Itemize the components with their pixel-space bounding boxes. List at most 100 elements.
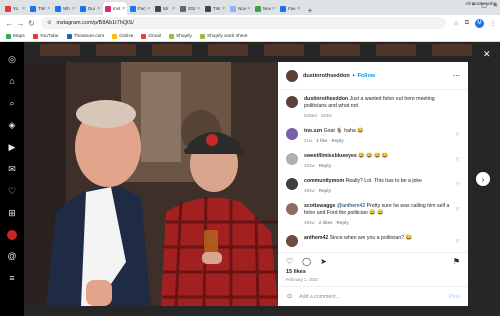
new-tab-button[interactable]: + bbox=[305, 6, 315, 15]
tab-label: Mi bbox=[163, 6, 168, 11]
emoji-icon[interactable]: ☺ bbox=[286, 293, 293, 300]
tab-label: 202 bbox=[188, 6, 196, 11]
tab-close-icon[interactable]: × bbox=[197, 6, 200, 12]
star-icon[interactable]: ☆ bbox=[453, 20, 458, 27]
browser-tab[interactable]: TW × bbox=[28, 2, 52, 15]
comment-icon[interactable]: ◯ bbox=[302, 257, 311, 266]
share-icon[interactable]: ➤ bbox=[320, 257, 327, 266]
tab-close-icon[interactable]: × bbox=[147, 6, 150, 12]
tab-close-icon[interactable]: × bbox=[122, 6, 125, 12]
browser-tab[interactable]: Nev × bbox=[253, 2, 277, 15]
commenter-avatar[interactable] bbox=[286, 153, 298, 165]
home-icon[interactable]: ⌂ bbox=[7, 76, 18, 87]
tab-close-icon[interactable]: × bbox=[297, 6, 300, 12]
comment-like-icon[interactable]: ♡ bbox=[456, 132, 460, 138]
follow-button[interactable]: Follow bbox=[358, 73, 375, 79]
notifications-icon[interactable]: ♡ bbox=[7, 186, 18, 197]
author-avatar[interactable] bbox=[286, 69, 298, 82]
comment: sweetlilmissblueeyes 😂 😂 😂 😂 284w Reply ♡ bbox=[286, 153, 460, 169]
tab-close-icon[interactable]: × bbox=[222, 6, 225, 12]
back-icon[interactable]: ← bbox=[4, 19, 15, 28]
tab-close-icon[interactable]: × bbox=[47, 6, 50, 12]
comment-input[interactable]: Add a comment... bbox=[299, 294, 340, 300]
threads-icon[interactable]: @ bbox=[7, 251, 18, 262]
bookmark-item[interactable]: Gdrive bbox=[112, 33, 133, 39]
reply-button[interactable]: Reply bbox=[319, 163, 331, 168]
tab-close-icon[interactable]: × bbox=[97, 6, 100, 12]
comment-likes[interactable]: 2 likes bbox=[319, 220, 333, 225]
bookmark-item[interactable]: Shopify work sheet bbox=[199, 33, 247, 39]
browser-tab[interactable]: Nov × bbox=[228, 2, 252, 15]
bookmark-item[interactable]: Maps bbox=[6, 33, 25, 39]
close-modal-icon[interactable]: ✕ bbox=[483, 49, 491, 60]
post-comment-button[interactable]: Post bbox=[449, 294, 460, 300]
create-icon[interactable]: ⊞ bbox=[7, 208, 18, 219]
all-bookmarks-button[interactable]: All Bookmarks bbox=[465, 2, 496, 7]
comment-username[interactable]: scottswaggs bbox=[304, 203, 335, 209]
commenter-avatar[interactable] bbox=[286, 128, 298, 140]
comments-list: dustinrothseddon Just a wanted felon out… bbox=[278, 90, 468, 252]
bookmark-item[interactable]: Gmail bbox=[141, 33, 161, 39]
reply-button[interactable]: Reply bbox=[319, 188, 331, 193]
messages-icon[interactable]: ✉ bbox=[7, 164, 18, 175]
reload-icon[interactable]: ↻ bbox=[26, 19, 37, 28]
author-username[interactable]: dustinrothseddon bbox=[303, 73, 350, 79]
instagram-logo-icon[interactable]: ◎ bbox=[7, 54, 18, 65]
like-icon[interactable]: ♡ bbox=[286, 257, 293, 266]
bookmark-item[interactable]: Theasure.com bbox=[66, 33, 104, 39]
browser-tab[interactable]: Dui × bbox=[78, 2, 102, 15]
more-menu-icon[interactable]: ≡ bbox=[7, 273, 18, 284]
address-bar[interactable]: ⚙ instagram.com/p/B8Ab1t7hQtS/ bbox=[41, 17, 446, 29]
browser-tab[interactable]: Mi × bbox=[153, 2, 177, 15]
reply-button[interactable]: Reply bbox=[337, 220, 349, 225]
comment-like-icon[interactable]: ♡ bbox=[456, 182, 460, 188]
more-options-icon[interactable]: ⋯ bbox=[453, 72, 460, 80]
browser-tab[interactable]: Inst × bbox=[103, 2, 127, 15]
comment-like-icon[interactable]: ♡ bbox=[456, 207, 460, 213]
reels-icon[interactable]: ▶ bbox=[7, 142, 18, 153]
browser-tab[interactable]: Fac × bbox=[128, 2, 152, 15]
comment-meta: 284w Reply bbox=[304, 162, 454, 169]
caption-avatar[interactable] bbox=[286, 96, 298, 108]
comment-username[interactable]: communitymom bbox=[304, 178, 344, 184]
menu-icon[interactable]: ⋮ bbox=[490, 20, 496, 27]
forward-icon[interactable]: → bbox=[15, 19, 26, 28]
tab-favicon-icon bbox=[280, 5, 286, 12]
browser-tab[interactable]: Yo × bbox=[3, 2, 27, 15]
caption-username[interactable]: dustinrothseddon bbox=[304, 96, 348, 102]
extensions-icon[interactable]: ⧉ bbox=[465, 20, 469, 27]
tab-close-icon[interactable]: × bbox=[172, 6, 175, 12]
bookmark-label: Gmail bbox=[148, 33, 161, 39]
profile-icon[interactable] bbox=[7, 230, 17, 240]
bookmark-item[interactable]: Shopify bbox=[168, 33, 192, 39]
tab-close-icon[interactable]: × bbox=[247, 6, 250, 12]
search-icon[interactable]: ⌕ bbox=[7, 98, 18, 109]
comment-likes[interactable]: 1 like bbox=[316, 138, 327, 143]
next-post-arrow-icon[interactable]: › bbox=[476, 172, 490, 186]
bookmark-icon[interactable]: ⚑ bbox=[453, 257, 460, 266]
browser-tab[interactable]: Wh × bbox=[53, 2, 77, 15]
reply-button[interactable]: Reply bbox=[332, 138, 344, 143]
comment-username[interactable]: anthem42 bbox=[304, 235, 328, 241]
commenter-avatar[interactable] bbox=[286, 203, 298, 215]
commenter-avatar[interactable] bbox=[286, 235, 298, 247]
comment-mention[interactable]: @anthem42 bbox=[337, 203, 365, 209]
tab-close-icon[interactable]: × bbox=[272, 6, 275, 12]
comment-text: Goat 🐐 haha 😂 bbox=[323, 128, 364, 134]
tab-close-icon[interactable]: × bbox=[22, 6, 25, 12]
tab-label: Inst bbox=[113, 6, 121, 11]
explore-icon[interactable]: ◈ bbox=[7, 120, 18, 131]
tab-close-icon[interactable]: × bbox=[72, 6, 75, 12]
comment-like-icon[interactable]: ♡ bbox=[456, 157, 460, 163]
site-info-icon[interactable]: ⚙ bbox=[47, 20, 51, 26]
comment-like-icon[interactable]: ♡ bbox=[456, 239, 460, 245]
browser-tab[interactable]: 202 × bbox=[178, 2, 202, 15]
browser-tab[interactable]: Fav × bbox=[278, 2, 302, 15]
browser-tab[interactable]: TW × bbox=[203, 2, 227, 15]
profile-avatar[interactable]: M bbox=[475, 18, 484, 28]
commenter-avatar[interactable] bbox=[286, 178, 298, 190]
url-text: instagram.com/p/B8Ab1t7hQtS/ bbox=[56, 20, 134, 26]
comment-username[interactable]: sweetlilmissblueeyes bbox=[304, 153, 357, 159]
bookmark-item[interactable]: YouTube bbox=[32, 33, 59, 39]
comment-username[interactable]: tno.szn bbox=[304, 128, 322, 134]
